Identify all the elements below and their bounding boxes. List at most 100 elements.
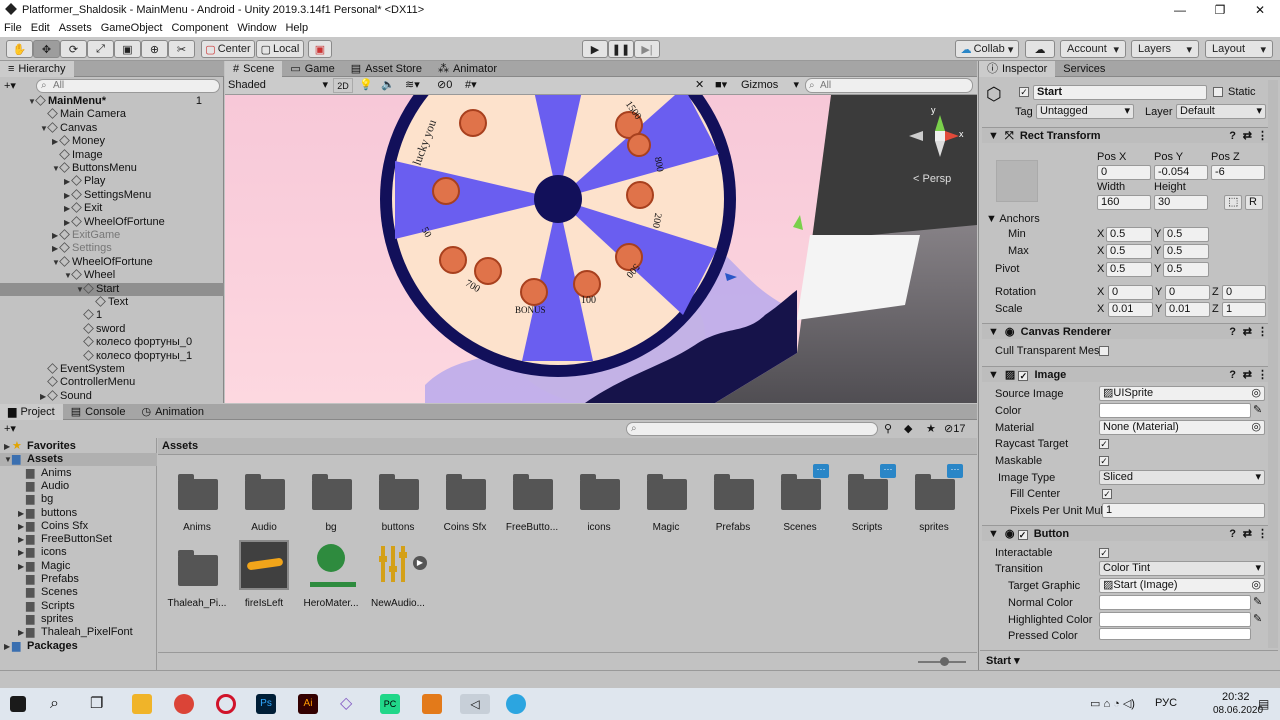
hierarchy-item[interactable]: ▶ Play: [0, 175, 224, 188]
rect-tool-icon[interactable]: ▣: [114, 40, 141, 58]
hierarchy-item[interactable]: колесо фортуны_0: [0, 336, 224, 349]
chrome-icon[interactable]: [174, 694, 194, 714]
pivot-x-input[interactable]: 0.5: [1106, 262, 1152, 277]
asset-item[interactable]: FreeButto...: [499, 464, 565, 538]
expand-arrow-icon[interactable]: ▼: [4, 453, 12, 466]
project-search-input[interactable]: ⌕: [626, 422, 878, 436]
audio-icon[interactable]: 🔈: [381, 78, 395, 91]
rotation-x-input[interactable]: 0: [1108, 285, 1153, 300]
object-name-input[interactable]: Start: [1033, 85, 1207, 100]
notifications-icon[interactable]: ▤: [1258, 697, 1269, 711]
illustrator-icon[interactable]: Ai: [298, 694, 318, 714]
scene-search-input[interactable]: ⌕ All: [805, 78, 973, 93]
hierarchy-item[interactable]: ▶ SettingsMenu: [0, 189, 224, 202]
highlighted-color-swatch[interactable]: [1099, 612, 1251, 627]
custom-tool-icon[interactable]: ✂: [168, 40, 195, 58]
layer-dropdown[interactable]: Default ▾: [1176, 104, 1266, 119]
scale-y-input[interactable]: 0.01: [1165, 302, 1210, 317]
hierarchy-item[interactable]: ▼ Canvas: [0, 122, 224, 135]
task-view-icon[interactable]: ❐: [90, 694, 110, 714]
shading-dropdown[interactable]: Shaded ▾: [228, 78, 328, 93]
rotate-tool-icon[interactable]: ⟳: [60, 40, 87, 58]
expand-arrow-icon[interactable]: ▶: [18, 626, 26, 639]
visual-studio-icon[interactable]: ◇: [340, 694, 360, 714]
project-tree-item[interactable]: ▶ ▆ FreeButtonSet: [0, 533, 157, 546]
expand-arrow-icon[interactable]: ▼: [40, 122, 48, 135]
hierarchy-item[interactable]: ▶ Sound: [0, 390, 224, 403]
tray-icons[interactable]: ▭ ⌂ ◔ ◁): [1090, 697, 1135, 710]
toggle-2d-button[interactable]: 2D: [333, 78, 353, 93]
hierarchy-item[interactable]: ▶ ExitGame: [0, 229, 224, 242]
expand-arrow-icon[interactable]: ▶: [40, 390, 48, 403]
project-tree-item[interactable]: ▆ sprites: [0, 613, 157, 626]
expand-arrow-icon[interactable]: ▶: [64, 189, 72, 202]
hierarchy-item[interactable]: ▶ WheelOfFortune: [0, 216, 224, 229]
favorite-star-icon[interactable]: ★: [926, 422, 936, 435]
tab-project[interactable]: ▆ Project: [0, 404, 63, 420]
close-button[interactable]: ✕: [1240, 0, 1280, 19]
grid-snap-icon[interactable]: #▾: [465, 78, 477, 91]
presets-icon[interactable]: ⇄: [1243, 324, 1252, 340]
static-checkbox[interactable]: [1213, 87, 1223, 97]
button-component-header[interactable]: ▼ ◉ ✓ Button? ⇄ ⋮: [982, 525, 1276, 541]
asset-item[interactable]: Magic: [633, 464, 699, 538]
menu-file[interactable]: File: [4, 22, 22, 34]
more-icon[interactable]: ⋮: [1257, 526, 1268, 542]
cloud-icon[interactable]: ☁: [1025, 40, 1055, 58]
zoom-slider-handle[interactable]: [940, 657, 949, 666]
anchor-max-y-input[interactable]: 0.5: [1163, 244, 1209, 259]
asset-item[interactable]: ··· sprites: [901, 464, 967, 538]
project-tree-item[interactable]: ▶ ▆ Thaleah_PixelFont: [0, 626, 157, 639]
image-enabled-checkbox[interactable]: ✓: [1018, 371, 1029, 381]
photoshop-icon[interactable]: Ps: [256, 694, 276, 714]
pivot-local-button[interactable]: ▢ Local: [256, 40, 304, 58]
project-tree-item[interactable]: ▶ ▆ buttons: [0, 507, 157, 520]
telegram-icon[interactable]: [506, 694, 526, 714]
pivot-y-input[interactable]: 0.5: [1163, 262, 1209, 277]
image-type-dropdown[interactable]: Sliced ▾: [1099, 470, 1265, 485]
opera-icon[interactable]: [216, 694, 236, 714]
file-explorer-icon[interactable]: [132, 694, 152, 714]
anchor-presets-icon[interactable]: [996, 160, 1038, 202]
more-icon[interactable]: ⋮: [1257, 367, 1268, 383]
posy-input[interactable]: -0.054: [1154, 165, 1208, 180]
interactable-checkbox[interactable]: ✓: [1099, 548, 1109, 558]
more-icon[interactable]: ···: [947, 464, 963, 478]
tab-asset-store[interactable]: ▤ Asset Store: [343, 61, 430, 77]
hand-tool-icon[interactable]: ✋: [6, 40, 33, 58]
tab-console[interactable]: ▤ Console: [63, 404, 134, 420]
source-image-field[interactable]: ▨UISprite ◎: [1099, 386, 1265, 401]
asset-item[interactable]: Anims: [164, 464, 230, 538]
posz-input[interactable]: -6: [1211, 165, 1265, 180]
scale-tool-icon[interactable]: ⤢: [87, 40, 114, 58]
anchor-max-x-input[interactable]: 0.5: [1106, 244, 1152, 259]
tab-inspector[interactable]: ⓘ Inspector: [979, 61, 1056, 77]
expand-arrow-icon[interactable]: ▶: [18, 533, 26, 546]
button-enabled-checkbox[interactable]: ✓: [1017, 530, 1028, 540]
asset-item[interactable]: bg: [298, 464, 364, 538]
rotation-z-input[interactable]: 0: [1222, 285, 1266, 300]
asset-item[interactable]: Audio: [231, 464, 297, 538]
hierarchy-item[interactable]: ▼ Start: [0, 282, 224, 296]
maskable-checkbox[interactable]: ✓: [1099, 456, 1109, 466]
hierarchy-item[interactable]: ControllerMenu: [0, 376, 224, 389]
project-tree-item[interactable]: ▆ Scenes: [0, 586, 157, 599]
help-icon[interactable]: ?: [1229, 128, 1236, 144]
canvas-renderer-header[interactable]: ▼ ◉ Canvas Renderer? ⇄ ⋮: [982, 323, 1276, 339]
maximize-button[interactable]: ❐: [1200, 0, 1240, 19]
filter-type-icon[interactable]: ⚲: [884, 422, 892, 435]
posx-input[interactable]: 0: [1097, 165, 1151, 180]
tab-hierarchy[interactable]: ≡ Hierarchy: [0, 61, 74, 77]
tab-animator[interactable]: ⁂ Animator: [430, 61, 505, 77]
project-tree-item[interactable]: ▆ bg: [0, 493, 157, 506]
asset-item[interactable]: ··· Scenes: [767, 464, 833, 538]
pivot-center-button[interactable]: ▢ Center: [201, 40, 255, 58]
expand-arrow-icon[interactable]: ▶: [52, 229, 60, 242]
more-icon[interactable]: ···: [813, 464, 829, 478]
raw-edit-button[interactable]: R: [1245, 195, 1263, 210]
fill-center-checkbox[interactable]: ✓: [1102, 489, 1112, 499]
asset-item[interactable]: buttons: [365, 464, 431, 538]
move-tool-icon[interactable]: ✥: [33, 40, 60, 58]
project-tree-item[interactable]: ▶ ★ Favorites: [0, 440, 157, 453]
transition-dropdown[interactable]: Color Tint ▾: [1099, 561, 1265, 576]
